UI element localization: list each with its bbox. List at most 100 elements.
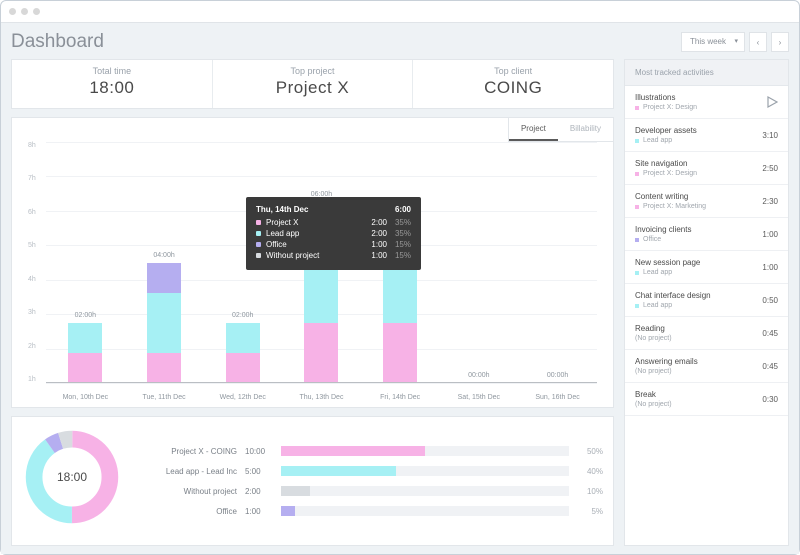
bar-chart-panel: Project Billability 8h7h6h5h4h3h2h1h 02:… (11, 117, 614, 408)
activity-subtitle: Project X: Design (635, 170, 697, 177)
activity-row[interactable]: Developer assetsLead app3:10 (625, 119, 788, 152)
bar-value-label: 00:00h (528, 372, 588, 379)
summary-bar: Total time 18:00 Top project Project X T… (11, 59, 614, 109)
summary-label: Total time (12, 66, 212, 76)
activity-subtitle: (No project) (635, 335, 672, 342)
tooltip-row: Without project1:0015% (256, 251, 411, 260)
play-icon[interactable] (766, 96, 778, 108)
summary-value: COING (413, 78, 613, 98)
breakdown-row: Office1:005% (142, 506, 603, 516)
activity-subtitle: (No project) (635, 368, 698, 375)
prev-button[interactable]: ‹ (749, 32, 767, 52)
activity-subtitle: Lead app (635, 269, 700, 276)
donut-center-value: 18:00 (57, 470, 87, 484)
bar-value-label: 02:00h (55, 312, 115, 319)
tab-project[interactable]: Project (509, 118, 558, 141)
window-titlebar (1, 1, 799, 23)
breakdown-row: Project X - COING10:0050% (142, 446, 603, 456)
bar-segment (383, 263, 417, 323)
activity-row[interactable]: Chat interface design Lead app 0:50 (625, 284, 788, 317)
page-title: Dashboard (11, 31, 104, 53)
activity-subtitle: Project X: Design (635, 104, 697, 111)
summary-label: Top client (413, 66, 613, 76)
activity-title: Reading (635, 324, 672, 333)
x-axis-label: Fri, 14th Dec (370, 394, 430, 401)
summary-total-time: Total time 18:00 (12, 60, 213, 108)
summary-value: 18:00 (12, 78, 212, 98)
activity-subtitle: Lead app (635, 302, 711, 309)
tooltip-row: Lead app2:0035% (256, 229, 411, 238)
activity-subtitle: Office (635, 236, 691, 243)
activity-title: Break (635, 390, 672, 399)
bar-segment (226, 353, 260, 383)
activity-time: 1:00 (762, 230, 778, 239)
activity-row[interactable]: New session page Lead app 1:00 (625, 251, 788, 284)
activity-title: Developer assets (635, 126, 697, 135)
tab-billability[interactable]: Billability (558, 118, 613, 141)
tooltip-total: 6:00 (395, 205, 411, 214)
x-axis-label: Thu, 13th Dec (291, 394, 351, 401)
bar-segment (383, 323, 417, 383)
activity-time: 0:50 (762, 296, 778, 305)
activity-time: 1:00 (762, 263, 778, 272)
bar-column[interactable]: 00:00h (462, 142, 496, 383)
activity-time: 2:30 (762, 197, 778, 206)
bar-segment (147, 293, 181, 353)
bar-value-label: 00:00h (449, 372, 509, 379)
activity-subtitle: Project X: Marketing (635, 203, 706, 210)
period-select[interactable]: This week (681, 32, 745, 52)
donut-chart: 18:00 (22, 427, 122, 527)
activity-title: Chat interface design (635, 291, 711, 300)
x-axis-label: Sat, 15th Dec (449, 394, 509, 401)
activity-row[interactable]: Invoicing clients Office 1:00 (625, 218, 788, 251)
bar-segment (226, 323, 260, 353)
tooltip-row: Project X2:0035% (256, 218, 411, 227)
activity-row[interactable]: Reading (No project) 0:45 (625, 317, 788, 350)
bar-segment (68, 353, 102, 383)
x-axis-label: Tue, 11th Dec (134, 394, 194, 401)
bar-column[interactable]: 00:00h (541, 142, 575, 383)
tooltip-row: Office1:0015% (256, 240, 411, 249)
breakdown-row: Without project2:0010% (142, 486, 603, 496)
bar-segment (68, 323, 102, 353)
bar-value-label: 02:00h (213, 312, 273, 319)
bar-segment (147, 263, 181, 293)
activities-sidebar: Most tracked activities Illustrations Pro… (624, 59, 789, 546)
bar-segment (147, 353, 181, 383)
x-axis-label: Mon, 10th Dec (55, 394, 115, 401)
activity-time: 0:45 (762, 329, 778, 338)
activity-title: Invoicing clients (635, 225, 691, 234)
next-button[interactable]: › (771, 32, 789, 52)
x-axis-label: Sun, 16th Dec (528, 394, 588, 401)
activity-title: New session page (635, 258, 700, 267)
window-dot (21, 8, 28, 15)
activity-title: Illustrations (635, 93, 697, 102)
bar-column[interactable]: 04:00h (147, 142, 181, 383)
activity-title: Site navigation (635, 159, 697, 168)
bar-value-label: 04:00h (134, 252, 194, 259)
breakdown-panel: 18:00 Project X - COING10:0050%Lead app … (11, 416, 614, 546)
bar-segment (304, 323, 338, 383)
activity-row[interactable]: Break (No project) 0:30 (625, 383, 788, 416)
summary-top-project: Top project Project X (213, 60, 414, 108)
activity-subtitle: Lead app (635, 137, 697, 144)
activity-row[interactable]: Answering emails (No project) 0:45 (625, 350, 788, 383)
activity-row[interactable]: Content writing Project X: Marketing 2:30 (625, 185, 788, 218)
summary-top-client: Top client COING (413, 60, 613, 108)
activity-title: Content writing (635, 192, 706, 201)
sidebar-header: Most tracked activities (625, 60, 788, 86)
activity-time: 0:30 (762, 395, 778, 404)
summary-value: Project X (213, 78, 413, 98)
chart-tooltip: Thu, 14th Dec 6:00 Project X2:0035%Lead … (246, 197, 421, 270)
bar-segment (304, 263, 338, 323)
activity-time: 0:45 (762, 362, 778, 371)
activity-time: 2:50 (762, 164, 778, 173)
x-axis-label: Wed, 12th Dec (213, 394, 273, 401)
window-dot (9, 8, 16, 15)
activity-row[interactable]: Site navigation Project X: Design 2:50 (625, 152, 788, 185)
bar-column[interactable]: 02:00h (68, 142, 102, 383)
activity-row[interactable]: Illustrations Project X: Design (625, 86, 788, 119)
window-dot (33, 8, 40, 15)
activity-subtitle: (No project) (635, 401, 672, 408)
activity-title: Answering emails (635, 357, 698, 366)
